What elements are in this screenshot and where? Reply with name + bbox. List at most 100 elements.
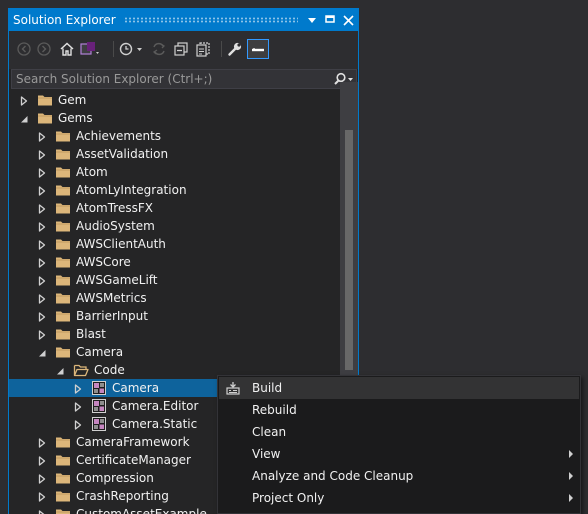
tree-item-label: Compression [76, 471, 154, 485]
pending-changes-filter-button[interactable] [117, 39, 147, 59]
tree-expander[interactable] [37, 491, 47, 502]
back-button[interactable] [15, 39, 33, 59]
project-icon [91, 380, 107, 396]
tree-expander[interactable] [55, 365, 65, 375]
menu-item-build[interactable]: Build [219, 377, 579, 399]
tree-expander[interactable] [37, 509, 47, 514]
tree-expander[interactable] [37, 221, 47, 232]
tree-expander[interactable] [19, 95, 29, 106]
tree-item[interactable]: AtomTressFX [9, 199, 340, 217]
tree-item-label: Atom [76, 165, 108, 179]
folder-icon [38, 113, 52, 124]
folder-icon [55, 308, 71, 324]
menu-item-label: Project Only [252, 491, 325, 505]
tree-expander[interactable] [73, 419, 83, 430]
tree-expander[interactable] [73, 383, 83, 394]
show-all-files-button[interactable] [193, 39, 213, 59]
collapsed-arrow-icon [38, 150, 46, 160]
tree-item[interactable]: Achievements [9, 127, 340, 145]
tree-expander[interactable] [37, 203, 47, 214]
tree-item[interactable]: Blast [9, 325, 340, 343]
switch-views-button[interactable] [79, 39, 101, 59]
menu-item-clean[interactable]: Clean [219, 421, 579, 443]
context-menu: Build Rebuild Clean View Analyze and Code Cl… [217, 375, 581, 514]
tree-item[interactable]: AssetValidation [9, 145, 340, 163]
tree-item[interactable]: Gems [9, 109, 340, 127]
collapsed-arrow-icon [74, 384, 82, 394]
tree-expander[interactable] [37, 275, 47, 286]
folder-icon [55, 218, 71, 234]
title-bar[interactable]: Solution Explorer [9, 9, 358, 31]
menu-item-analyze-and-code-cleanup[interactable]: Analyze and Code Cleanup [219, 465, 579, 487]
tree-item[interactable]: BarrierInput [9, 307, 340, 325]
tree-expander[interactable] [37, 347, 47, 357]
toolbar-separator [221, 41, 222, 57]
drag-grip[interactable] [123, 17, 298, 23]
tree-item[interactable]: Gem [9, 91, 340, 109]
tree-item[interactable]: Camera [9, 343, 340, 361]
tree-expander[interactable] [19, 113, 29, 123]
tree-item[interactable]: AtomLyIntegration [9, 181, 340, 199]
properties-icon [228, 42, 242, 56]
folder-icon [55, 200, 71, 216]
collapse-all-button[interactable] [171, 39, 191, 59]
scrollbar-thumb[interactable] [345, 130, 353, 370]
tree-item-label: AtomLyIntegration [76, 183, 187, 197]
collapsed-arrow-icon [38, 294, 46, 304]
folder-icon [56, 221, 70, 232]
tree-item[interactable]: AWSClientAuth [9, 235, 340, 253]
back-icon [17, 42, 31, 56]
menu-item-project-only[interactable]: Project Only [219, 487, 579, 509]
panel-title: Solution Explorer [13, 13, 116, 27]
tree-expander[interactable] [37, 167, 47, 178]
tree-item[interactable]: AudioSystem [9, 217, 340, 235]
forward-button[interactable] [35, 39, 53, 59]
folder-icon [38, 95, 52, 106]
tree-expander[interactable] [37, 293, 47, 304]
pin-button[interactable] [322, 12, 338, 28]
tree-expander[interactable] [73, 401, 83, 412]
preview-selected-items-icon [252, 48, 264, 52]
submenu-arrow-icon [569, 494, 573, 502]
collapsed-arrow-icon [38, 312, 46, 322]
menu-item-rebuild[interactable]: Rebuild [219, 399, 579, 421]
menu-item-view[interactable]: View [219, 443, 579, 465]
tree-item-label: Camera [76, 345, 124, 359]
tree-expander[interactable] [37, 239, 47, 250]
tree-expander[interactable] [37, 473, 47, 484]
tree-item[interactable]: AWSGameLift [9, 271, 340, 289]
folder-icon [73, 362, 89, 378]
close-button[interactable] [340, 12, 356, 28]
collapsed-arrow-icon [74, 420, 82, 430]
tree-item[interactable]: Atom [9, 163, 340, 181]
tree-expander[interactable] [37, 257, 47, 268]
home-button[interactable] [57, 39, 77, 59]
menu-item-label: Analyze and Code Cleanup [252, 469, 414, 483]
pending-changes-filter-icon [119, 42, 142, 56]
tree-item-label: Gems [58, 111, 93, 125]
tree-expander[interactable] [37, 437, 47, 448]
tree-expander[interactable] [37, 329, 47, 340]
folder-icon [55, 146, 71, 162]
folder-icon [55, 254, 71, 270]
folder-icon [55, 164, 71, 180]
tree-expander[interactable] [37, 185, 47, 196]
tree-item-label: AWSClientAuth [76, 237, 166, 251]
tree-expander[interactable] [37, 149, 47, 160]
sync-with-active-document-button[interactable] [149, 39, 169, 59]
collapsed-arrow-icon [38, 330, 46, 340]
tree-item-label: CrashReporting [76, 489, 169, 503]
tree-expander[interactable] [37, 455, 47, 466]
folder-icon [37, 92, 53, 108]
properties-button[interactable] [225, 39, 245, 59]
sync-with-active-document-icon [152, 42, 166, 56]
collapsed-arrow-icon [38, 456, 46, 466]
tree-item[interactable]: AWSCore [9, 253, 340, 271]
preview-selected-items-button[interactable] [247, 39, 269, 59]
expanded-arrow-icon [39, 350, 46, 357]
tree-expander[interactable] [37, 131, 47, 142]
window-position-dropdown[interactable] [304, 12, 320, 28]
collapsed-arrow-icon [38, 276, 46, 286]
tree-item[interactable]: AWSMetrics [9, 289, 340, 307]
tree-expander[interactable] [37, 311, 47, 322]
